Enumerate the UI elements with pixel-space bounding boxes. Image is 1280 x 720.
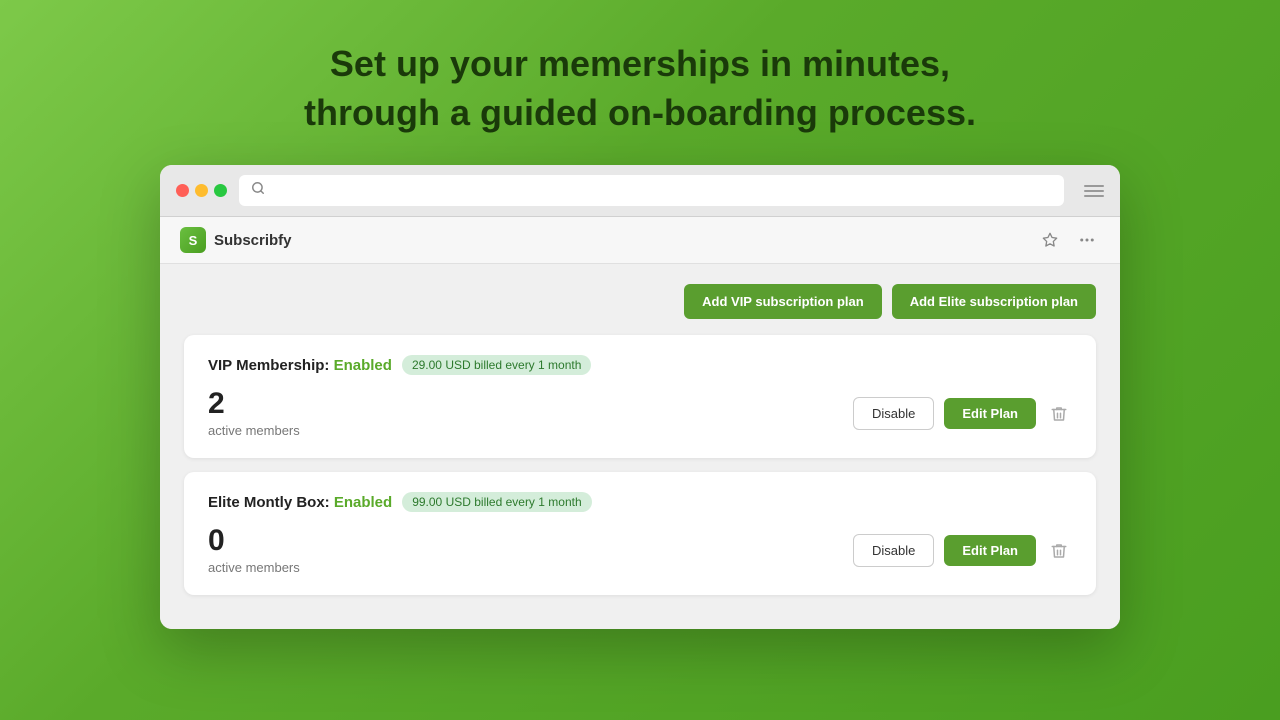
- elite-edit-button[interactable]: Edit Plan: [944, 535, 1036, 566]
- elite-count-label: active members: [208, 560, 300, 575]
- vip-plan-name: VIP Membership:: [208, 357, 329, 374]
- app-bar: S Subscribfy: [160, 217, 1120, 264]
- elite-plan-header: Elite Montly Box: Enabled 99.00 USD bill…: [208, 492, 1072, 512]
- fullscreen-button[interactable]: [214, 184, 227, 197]
- vip-count-label: active members: [208, 423, 300, 438]
- traffic-lights: [176, 184, 227, 197]
- elite-plan-badge: 99.00 USD billed every 1 month: [402, 492, 591, 512]
- elite-disable-button[interactable]: Disable: [853, 534, 934, 567]
- elite-plan-name: Elite Montly Box:: [208, 494, 330, 511]
- vip-delete-button[interactable]: [1046, 401, 1072, 427]
- vip-plan-stats: 2 active members: [208, 389, 300, 438]
- vip-plan-actions: Disable Edit Plan: [853, 397, 1072, 430]
- app-logo-letter: S: [189, 233, 198, 248]
- vip-plan-status: Enabled: [334, 357, 392, 374]
- elite-plan-status: Enabled: [334, 494, 392, 511]
- vip-active-count: 2: [208, 389, 300, 419]
- browser-window: S Subscribfy Add VIP subscription plan A…: [160, 165, 1120, 629]
- app-name: Subscribfy: [214, 232, 292, 249]
- vip-plan-card: VIP Membership: Enabled 29.00 USD billed…: [184, 335, 1096, 458]
- add-elite-button[interactable]: Add Elite subscription plan: [892, 284, 1096, 319]
- hero-line2: through a guided on-boarding process.: [304, 92, 976, 133]
- elite-plan-card: Elite Montly Box: Enabled 99.00 USD bill…: [184, 472, 1096, 595]
- more-options-button[interactable]: [1074, 227, 1100, 253]
- elite-plan-actions: Disable Edit Plan: [853, 534, 1072, 567]
- address-bar[interactable]: [239, 175, 1064, 206]
- main-content: Add VIP subscription plan Add Elite subs…: [160, 264, 1120, 629]
- hero-section: Set up your memerships in minutes, throu…: [304, 40, 976, 137]
- elite-delete-button[interactable]: [1046, 538, 1072, 564]
- app-logo: S: [180, 227, 206, 253]
- elite-plan-stats: 0 active members: [208, 526, 300, 575]
- app-bar-actions: [1038, 227, 1100, 253]
- app-brand: S Subscribfy: [180, 227, 292, 253]
- vip-plan-badge: 29.00 USD billed every 1 month: [402, 355, 591, 375]
- minimize-button[interactable]: [195, 184, 208, 197]
- vip-plan-header: VIP Membership: Enabled 29.00 USD billed…: [208, 355, 1072, 375]
- search-input[interactable]: [273, 182, 1052, 200]
- search-icon: [251, 181, 265, 200]
- vip-edit-button[interactable]: Edit Plan: [944, 398, 1036, 429]
- vip-plan-title: VIP Membership: Enabled: [208, 357, 392, 374]
- elite-plan-body: 0 active members Disable Edit Plan: [208, 526, 1072, 575]
- elite-plan-title: Elite Montly Box: Enabled: [208, 494, 392, 511]
- action-bar: Add VIP subscription plan Add Elite subs…: [184, 284, 1096, 319]
- pin-button[interactable]: [1038, 228, 1062, 252]
- vip-plan-body: 2 active members Disable Edit Plan: [208, 389, 1072, 438]
- close-button[interactable]: [176, 184, 189, 197]
- browser-titlebar: [160, 165, 1120, 217]
- vip-disable-button[interactable]: Disable: [853, 397, 934, 430]
- browser-menu-icon: [1084, 185, 1104, 197]
- elite-active-count: 0: [208, 526, 300, 556]
- add-vip-button[interactable]: Add VIP subscription plan: [684, 284, 882, 319]
- hero-line1: Set up your memerships in minutes,: [330, 43, 950, 84]
